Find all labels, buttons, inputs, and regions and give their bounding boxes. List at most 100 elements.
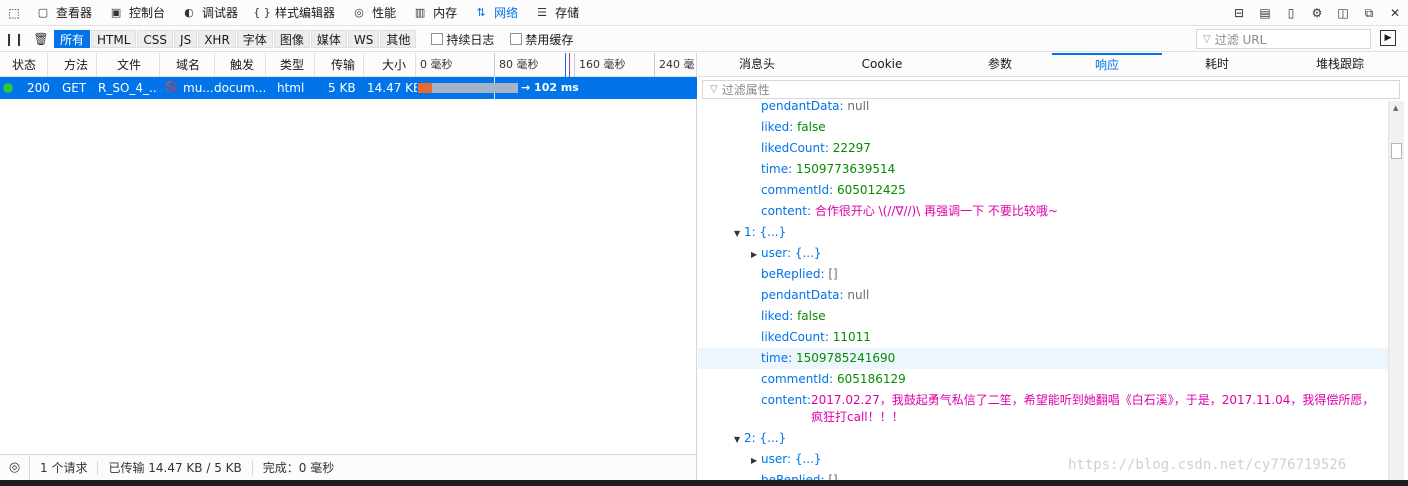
json-key: likedCount	[761, 141, 825, 155]
checkbox-box[interactable]	[510, 33, 523, 45]
responsive-design-icon[interactable]: ⊟	[1226, 0, 1252, 26]
tab-storage[interactable]: ☰ 存储	[527, 0, 588, 26]
scratchpad-icon[interactable]: ▤	[1252, 0, 1278, 26]
json-row[interactable]: content: 2017.02.27，我鼓起勇气私信了二笙，希望能听到她翻唱《…	[698, 390, 1388, 426]
filter-all[interactable]: 所有	[54, 30, 91, 48]
json-row[interactable]: content: 合作很开心 \(//∇//)\ 再强调一下 不要比较哦~	[698, 201, 1388, 222]
tab-stack-trace[interactable]: 堆栈跟踪	[1272, 53, 1408, 77]
tab-memory[interactable]: ▥ 内存	[405, 0, 466, 26]
tab-network[interactable]: ⇅ 网络	[466, 0, 527, 26]
tab-timings[interactable]: 耗时	[1162, 53, 1272, 77]
toolbar-right-buttons: ⊟ ▤ ▯ ⚙ ◫ ⧉ ✕	[1226, 0, 1408, 26]
dom-content-loaded-marker	[565, 53, 566, 77]
dock-side-icon[interactable]: ◫	[1330, 0, 1356, 26]
tab-response[interactable]: 响应	[1052, 53, 1162, 77]
disable-cache-checkbox[interactable]: 禁用缓存	[510, 31, 573, 48]
filter-html[interactable]: HTML	[91, 30, 137, 48]
json-value: false	[797, 309, 826, 323]
tab-inspector[interactable]: ▢ 查看器	[28, 0, 101, 26]
json-row[interactable]: commentId: 605186129	[698, 369, 1388, 390]
pause-icon[interactable]: ❙❙	[0, 28, 28, 50]
close-icon[interactable]: ✕	[1382, 0, 1408, 26]
json-row[interactable]: time: 1509785241690	[698, 348, 1388, 369]
load-marker	[569, 53, 570, 77]
tab-headers[interactable]: 消息头	[698, 53, 816, 77]
request-row[interactable]: 200 GET R_SO_4_... 🚫 mu... docum... html…	[0, 77, 697, 99]
filter-properties-input[interactable]: ▽ 过滤属性	[702, 80, 1400, 99]
json-separator: :	[806, 204, 815, 218]
json-key: commentId	[761, 183, 830, 197]
filter-fonts[interactable]: 字体	[236, 30, 273, 48]
filter-css[interactable]: CSS	[137, 30, 174, 48]
settings-gear-icon[interactable]: ⚙	[1304, 0, 1330, 26]
performance-analysis-icon[interactable]: ◎	[0, 454, 30, 481]
json-row[interactable]: ▼ 2: {...}	[698, 428, 1388, 449]
filter-images[interactable]: 图像	[273, 30, 310, 48]
tab-debugger[interactable]: ◐ 调试器	[174, 0, 247, 26]
json-key: commentId	[761, 372, 830, 386]
column-file[interactable]: 文件	[97, 53, 160, 77]
element-picker-icon[interactable]: ⬚	[0, 0, 28, 26]
scrollbar-thumb[interactable]	[1391, 143, 1402, 159]
column-type[interactable]: 类型	[266, 53, 315, 77]
expanded-arrow-icon[interactable]: ▼	[734, 429, 744, 450]
collapsed-arrow-icon[interactable]: ▶	[751, 450, 761, 471]
json-value: 1509773639514	[795, 162, 896, 176]
screenshot-icon[interactable]: ▯	[1278, 0, 1304, 26]
json-separator: :	[751, 225, 760, 239]
json-row[interactable]: pendantData: null	[698, 101, 1388, 117]
tab-params[interactable]: 参数	[948, 53, 1052, 77]
column-size[interactable]: 大小	[364, 53, 416, 77]
filter-ws[interactable]: WS	[347, 30, 380, 48]
filter-xhr[interactable]: XHR	[198, 30, 236, 48]
tab-performance[interactable]: ◎ 性能	[344, 0, 405, 26]
json-row[interactable]: commentId: 605012425	[698, 180, 1388, 201]
column-cause[interactable]: 触发	[215, 53, 266, 77]
column-method[interactable]: 方法	[48, 53, 97, 77]
column-domain[interactable]: 域名	[160, 53, 215, 77]
filter-media[interactable]: 媒体	[310, 30, 347, 48]
json-row[interactable]: ▼ 1: {...}	[698, 222, 1388, 243]
json-row[interactable]: ▶ user: {...}	[698, 243, 1388, 264]
tab-console[interactable]: ▣ 控制台	[101, 0, 174, 26]
inspector-icon: ▢	[37, 6, 49, 19]
tab-style-editor[interactable]: { } 样式编辑器	[247, 0, 344, 26]
timeline-tick: 0 毫秒	[420, 58, 453, 71]
details-scrollbar[interactable]: ▲	[1388, 101, 1404, 480]
json-separator: :	[824, 141, 833, 155]
json-row[interactable]: pendantData: null	[698, 285, 1388, 306]
network-filter-bar: ❙❙ 🗑 所有 HTML CSS JS XHR 字体 图像 媒体 WS 其他 持…	[0, 27, 1408, 52]
json-row[interactable]: likedCount: 11011	[698, 327, 1388, 348]
json-row[interactable]: liked: false	[698, 306, 1388, 327]
column-transferred[interactable]: 传输	[315, 53, 364, 77]
json-key: liked	[761, 120, 790, 134]
filter-other[interactable]: 其他	[380, 30, 417, 48]
toggle-sidebar-icon[interactable]: ▶	[1380, 30, 1396, 46]
column-status[interactable]: 状态	[0, 53, 48, 77]
transferred-summary: 已传输 14.47 KB / 5 KB	[98, 460, 253, 475]
console-icon: ▣	[110, 6, 122, 19]
json-row[interactable]: likedCount: 22297	[698, 138, 1388, 159]
json-value: null	[847, 101, 870, 113]
scroll-up-arrow-icon[interactable]: ▲	[1393, 104, 1398, 112]
persist-logs-checkbox[interactable]: 持续日志	[431, 31, 494, 48]
json-separator: :	[788, 351, 796, 365]
json-row[interactable]: time: 1509773639514	[698, 159, 1388, 180]
url-filter-input[interactable]: ▽ 过滤 URL	[1196, 29, 1371, 49]
disable-cache-label: 禁用缓存	[525, 32, 574, 47]
collapsed-arrow-icon[interactable]: ▶	[751, 244, 761, 265]
expanded-arrow-icon[interactable]: ▼	[734, 223, 744, 244]
json-row[interactable]: liked: false	[698, 117, 1388, 138]
filter-js[interactable]: JS	[174, 30, 198, 48]
json-separator: :	[829, 372, 838, 386]
checkbox-box[interactable]	[431, 33, 444, 45]
tab-label: 调试器	[202, 6, 239, 20]
clear-trash-icon[interactable]: 🗑	[28, 28, 54, 50]
json-value: []	[828, 267, 838, 281]
separate-window-icon[interactable]: ⧉	[1356, 0, 1382, 26]
json-key: 2	[744, 431, 752, 445]
json-row[interactable]: beReplied: []	[698, 264, 1388, 285]
tab-cookies[interactable]: Cookie	[816, 53, 948, 77]
network-icon: ⇅	[476, 6, 486, 19]
request-list: 状态 方法 文件 域名 触发 类型 传输 大小 0 毫秒 80 毫秒 160 毫…	[0, 53, 697, 454]
